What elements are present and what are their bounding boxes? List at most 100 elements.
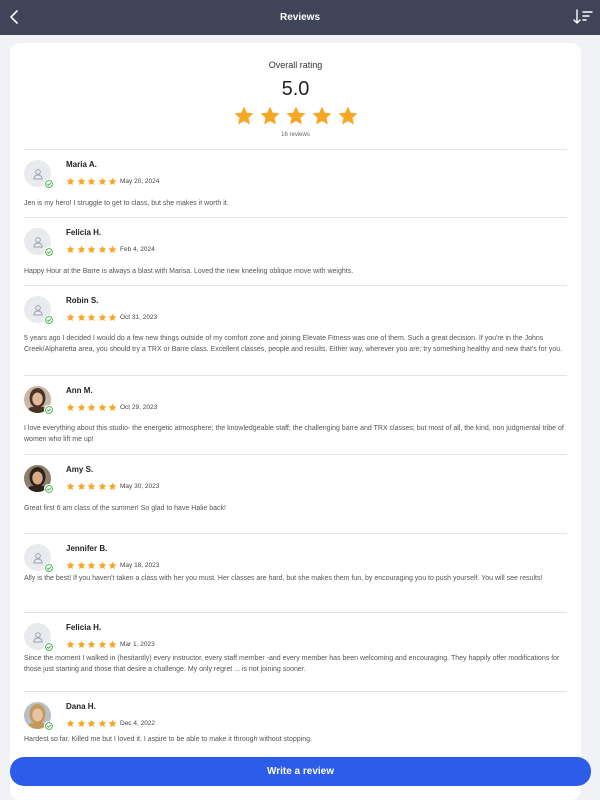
- sort-button[interactable]: [572, 8, 594, 26]
- reviewer-name: Ann M.: [66, 386, 93, 395]
- star-icon: [98, 640, 106, 648]
- review-text: 5 years ago I decided I would do a few n…: [24, 335, 563, 353]
- star-icon: [87, 719, 96, 727]
- review-text: Ally is the best! If you haven't taken a…: [24, 575, 543, 582]
- back-button[interactable]: [6, 8, 22, 26]
- overall-rating-score: 5.0: [281, 78, 310, 100]
- user-icon: [32, 552, 43, 563]
- reviewer-name: Felicia H.: [66, 623, 102, 632]
- verified-badge-icon: [44, 563, 53, 572]
- review-text: Happy Hour at the Barre is always a blas…: [24, 268, 354, 275]
- star-icon: [77, 482, 85, 490]
- review-list: Maria A. May 20, 2024 Jen is my hero! I st…: [10, 150, 581, 772]
- star-icon: [66, 719, 75, 727]
- star-icon: [108, 640, 117, 648]
- star-icon: [108, 313, 117, 321]
- verified-badge-icon: [44, 721, 53, 730]
- review-stars: [66, 561, 117, 570]
- star-icon: [77, 640, 85, 648]
- review-item: Felicia H. Mar 1, 2023 Since the moment I …: [24, 613, 567, 692]
- verified-badge-icon: [44, 405, 53, 414]
- review-stars: [66, 403, 117, 412]
- verified-badge-icon: [44, 179, 53, 188]
- star-icon: [66, 561, 75, 569]
- star-icon: [77, 245, 85, 253]
- star-icon: [98, 245, 106, 253]
- avatar: [24, 702, 53, 730]
- star-icon: [87, 313, 96, 321]
- page-title: Reviews: [279, 12, 321, 23]
- reviews-card: Overall rating 5.0 16 reviews Maria A. Ma…: [10, 43, 581, 800]
- reviewer-name: Dana H.: [66, 702, 96, 711]
- chevron-left-icon: [10, 10, 18, 24]
- review-text: Jen is my hero! I struggle to get to cla…: [24, 200, 229, 207]
- star-icon: [338, 106, 357, 125]
- review-date: Dec 4, 2022: [120, 720, 156, 727]
- star-icon: [98, 313, 106, 321]
- star-icon: [87, 177, 96, 185]
- star-icon: [77, 177, 85, 185]
- review-item: Felicia H. Feb 4, 2024 Happy Hour at the B…: [24, 218, 567, 286]
- star-icon: [77, 313, 85, 321]
- user-icon: [32, 236, 43, 247]
- avatar: [24, 160, 53, 188]
- reviewer-name: Maria A.: [66, 160, 97, 169]
- overall-rating-label: Overall rating: [268, 60, 323, 70]
- write-review-button[interactable]: Write a review: [10, 757, 591, 786]
- avatar: [24, 296, 53, 324]
- star-icon: [108, 403, 117, 411]
- star-icon: [108, 177, 117, 185]
- star-icon: [66, 245, 75, 253]
- review-date: May 18, 2023: [120, 562, 160, 569]
- star-icon: [98, 482, 106, 490]
- star-icon: [66, 640, 75, 648]
- star-icon: [77, 561, 85, 569]
- avatar: [24, 386, 53, 414]
- star-icon: [234, 106, 253, 125]
- verified-badge-icon: [44, 484, 53, 493]
- review-stars: [66, 482, 117, 491]
- star-icon: [87, 561, 96, 569]
- star-icon: [66, 313, 75, 321]
- star-icon: [87, 403, 96, 411]
- review-date: Oct 31, 2023: [120, 314, 158, 321]
- star-icon: [108, 245, 117, 253]
- avatar: [24, 228, 53, 256]
- star-icon: [66, 403, 75, 411]
- review-item: Jennifer B. May 18, 2023 Ally is the best!…: [24, 534, 567, 613]
- review-date: May 20, 2024: [120, 178, 160, 185]
- star-icon: [108, 561, 117, 569]
- star-icon: [98, 719, 106, 727]
- verified-badge-icon: [44, 315, 53, 324]
- user-icon: [32, 168, 43, 179]
- review-stars: [66, 719, 117, 728]
- review-stars: [66, 640, 117, 649]
- avatar: [24, 465, 53, 493]
- reviewer-name: Jennifer B.: [66, 544, 108, 553]
- review-item: Robin S. Oct 31, 2023 5 years ago I decide…: [24, 286, 567, 376]
- star-icon: [312, 106, 331, 125]
- star-icon: [108, 482, 117, 490]
- review-text: Hardest so far. Killed me but I loved it…: [24, 736, 312, 743]
- top-bar: Reviews: [0, 0, 600, 35]
- review-item: Maria A. May 20, 2024 Jen is my hero! I st…: [24, 150, 567, 218]
- review-item: Amy S. May 30, 2023 Great first 6 am class…: [24, 455, 567, 534]
- review-count: 16 reviews: [281, 132, 310, 138]
- star-icon: [77, 403, 85, 411]
- star-icon: [87, 482, 96, 490]
- verified-badge-icon: [44, 642, 53, 651]
- avatar: [24, 544, 53, 572]
- review-stars: [66, 313, 117, 322]
- verified-badge-icon: [44, 247, 53, 256]
- star-icon: [66, 177, 75, 185]
- avatar: [24, 623, 53, 651]
- review-stars: [66, 245, 117, 254]
- review-date: Feb 4, 2024: [120, 246, 155, 253]
- sort-descending-icon: [573, 9, 593, 24]
- star-icon: [87, 245, 96, 253]
- overall-stars: [24, 105, 567, 127]
- review-stars: [66, 177, 117, 186]
- star-icon: [260, 106, 279, 125]
- reviewer-name: Felicia H.: [66, 228, 102, 237]
- star-icon: [77, 719, 85, 727]
